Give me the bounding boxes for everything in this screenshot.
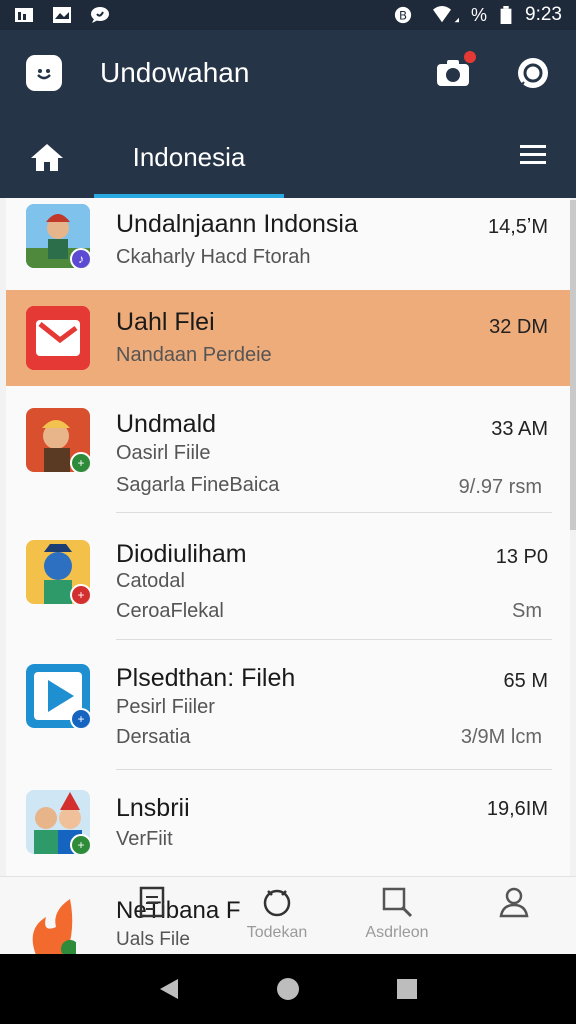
divider — [116, 512, 552, 513]
sync-icon: B — [394, 6, 412, 24]
bell-icon — [263, 889, 291, 917]
home-icon[interactable] — [30, 142, 64, 172]
add-badge-icon: + — [70, 452, 90, 472]
search-icon — [382, 887, 413, 918]
app-logo-icon[interactable] — [26, 55, 62, 91]
menu-icon[interactable] — [520, 144, 546, 166]
app-icon-characters: + — [26, 790, 90, 854]
scrollbar[interactable] — [570, 200, 576, 530]
item-meta: Sm — [512, 600, 542, 622]
item-title: Undmald — [116, 410, 217, 438]
battery-icon — [500, 6, 512, 24]
recents-icon[interactable] — [396, 978, 418, 1000]
item-meta: 9/.97 rsm — [458, 476, 542, 498]
nav-profile[interactable] — [494, 885, 534, 924]
notification-dot — [464, 51, 476, 63]
list-item[interactable]: ♪ Undalnjaann Indonsia Ckaharly Hacd Fto… — [6, 198, 570, 290]
item-subtitle: Pesirl Fiiler — [116, 696, 215, 718]
list-item[interactable]: + Lnsbrii VerFiit 19,6IM — [6, 770, 570, 878]
item-subtitle: Nandaan Perdeie — [116, 344, 272, 366]
back-icon[interactable] — [158, 977, 180, 1001]
flame-app-icon — [32, 899, 76, 955]
item-size: 13 P0 — [495, 546, 548, 568]
app-bar: Undowahan Indonesia — [0, 30, 576, 198]
person-icon — [499, 887, 529, 918]
item-title: Plsedthan: Fileh — [116, 664, 296, 692]
camera-icon — [437, 60, 469, 86]
camera-button[interactable] — [436, 51, 476, 87]
video-player-icon — [26, 306, 90, 370]
bottom-navigation: NeTibana F Uals File Todekan Asdrleon — [0, 876, 576, 955]
item-detail: Sagarla FineBaica — [116, 474, 280, 496]
nav-search[interactable]: Asdrleon — [352, 885, 442, 942]
list-item[interactable]: + Diodiuliham Catodal CeroaFlekal 13 P0 … — [6, 514, 570, 640]
clock: 9:23 — [525, 4, 562, 25]
gallery-icon — [15, 8, 33, 22]
item-meta: 3/9M lcm — [460, 726, 542, 748]
item-subtitle: Oasirl Fiile — [116, 442, 211, 464]
wifi-icon — [433, 6, 459, 23]
item-size: 65 M — [503, 670, 548, 692]
download-list: ♪ Undalnjaann Indonsia Ckaharly Hacd Fto… — [6, 198, 570, 878]
app-icon-character: + — [26, 540, 90, 604]
item-size: 32 DM — [489, 316, 548, 338]
item-title: Undalnjaann Indonsia — [116, 210, 358, 238]
system-nav-bar — [0, 954, 576, 1024]
item-title: Lnsbrii — [116, 794, 190, 822]
nav-label: Asdrleon — [365, 924, 429, 941]
add-badge-icon: + — [70, 834, 90, 854]
item-title: Uahl Flei — [116, 308, 215, 336]
add-badge-icon: + — [70, 708, 90, 728]
music-badge-icon: ♪ — [70, 248, 90, 268]
item-subtitle: Catodal — [116, 570, 185, 592]
photo-icon — [53, 7, 71, 23]
play-icon: + — [26, 664, 90, 728]
add-badge-icon: + — [70, 584, 90, 604]
item-title: Diodiuliham — [116, 540, 247, 568]
tab-label: Indonesia — [132, 141, 246, 172]
nav-documents[interactable] — [132, 885, 172, 924]
item-subtitle: VerFiit — [116, 828, 173, 850]
app-title: Undowahan — [100, 57, 250, 88]
list-item[interactable]: + Plsedthan: Fileh Pesirl Fiiler Dersati… — [6, 640, 570, 770]
item-subtitle: Ckaharly Hacd Ftorah — [116, 246, 311, 268]
home-nav-icon[interactable] — [275, 976, 301, 1002]
percent-indicator: % — [471, 4, 488, 25]
tab-indonesia[interactable]: Indonesia — [94, 116, 284, 198]
nav-notifications[interactable]: Todekan — [232, 885, 322, 942]
item-detail: CeroaFlekal — [116, 600, 224, 622]
item-size: 14,5ʼM — [487, 216, 548, 238]
app-icon-character: ♪ — [26, 204, 90, 268]
list-item-selected[interactable]: Uahl Flei Nandaan Perdeie 32 DM — [6, 290, 570, 386]
chat-icon — [91, 7, 109, 23]
svg-text:B: B — [399, 9, 407, 23]
item-size: 33 AM — [491, 418, 548, 440]
list-item[interactable]: + Undmald Oasirl Fiile Sagarla FineBaica… — [6, 386, 570, 514]
item-subtitle: Uals File — [116, 929, 190, 950]
item-detail: Dersatia — [116, 726, 191, 748]
document-icon — [139, 886, 165, 918]
nav-label: Todekan — [246, 924, 308, 941]
help-icon[interactable] — [516, 56, 550, 90]
app-icon-character: + — [26, 408, 90, 472]
item-size: 19,6IM — [486, 798, 548, 820]
status-bar: B % 9:23 — [0, 0, 576, 30]
